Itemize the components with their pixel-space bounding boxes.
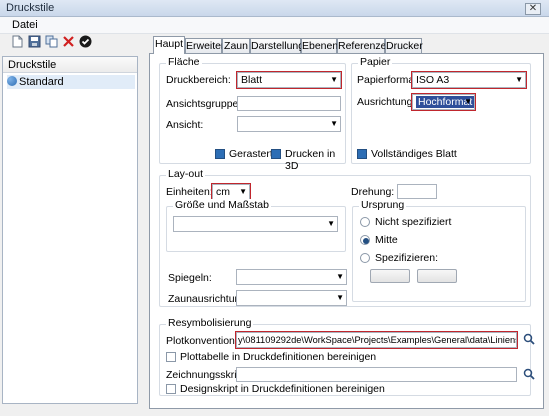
list-item-label: Standard (19, 76, 64, 88)
ursprung-y-field[interactable] (417, 269, 457, 283)
ansicht-select[interactable]: ▼ (237, 116, 341, 132)
close-button[interactable]: ✕ (525, 3, 541, 15)
chevron-down-icon: ▼ (464, 97, 472, 106)
plotkonventionen-input[interactable]: y\081109292de\WorkSpace\Projects\Example… (235, 331, 518, 349)
copy-icon[interactable] (44, 35, 59, 50)
tab-panel-haupt: Fläche Druckbereich: Blatt ▼ Ansichtsgru… (149, 53, 544, 409)
ansichtsgruppen-input[interactable] (237, 96, 341, 111)
delete-icon[interactable] (61, 35, 76, 50)
menu-datei[interactable]: Datei (12, 19, 38, 31)
papierformat-select[interactable]: ISO A3 ▼ (411, 71, 527, 89)
einheiten-label: Einheiten: (166, 186, 213, 198)
group-layout: Lay-out Einheiten: cm ▼ Drehung: Größe u… (159, 168, 531, 307)
tab-drucker[interactable]: Drucker (385, 38, 423, 53)
radio-nicht-spezifiziert[interactable] (360, 217, 370, 227)
drucken3d-checkbox[interactable] (271, 149, 281, 159)
druckstile-window: Druckstile ✕ Datei Druckstile Standard H… (0, 0, 549, 416)
toolbar (0, 34, 145, 52)
zeichnung-search-icon[interactable] (522, 368, 536, 382)
group-papier-title: Papier (358, 56, 393, 68)
druckbereich-label: Druckbereich: (166, 74, 231, 86)
new-icon[interactable] (10, 35, 25, 50)
design-bereinigen-label: Designskript in Druckdefinitionen berein… (180, 383, 385, 395)
radio-mitte-label: Mitte (375, 234, 398, 246)
ansichtsgruppen-label: Ansichtsgruppen: (166, 98, 248, 110)
group-flaeche: Fläche Druckbereich: Blatt ▼ Ansichtsgru… (159, 56, 346, 172)
spiegeln-label: Spiegeln: (168, 272, 212, 284)
spiegeln-select[interactable]: ▼ (236, 269, 347, 285)
tab-ebenen[interactable]: Ebenen (301, 38, 338, 53)
plot-bereinigen-checkbox[interactable] (166, 352, 176, 362)
tab-haupt[interactable]: Haupt (153, 36, 185, 54)
chevron-down-icon: ▼ (330, 75, 338, 84)
group-flaeche-title: Fläche (166, 56, 202, 68)
menu-bar: Datei (0, 17, 549, 34)
papierformat-label: Papierformat: (357, 74, 421, 86)
gerastert-label: Gerastert (229, 148, 273, 160)
chevron-down-icon: ▼ (336, 293, 344, 302)
druckbereich-value: Blatt (241, 74, 263, 86)
list-header: Druckstile (3, 57, 137, 73)
tab-darstellung[interactable]: Darstellung (250, 38, 304, 53)
chevron-down-icon: ▼ (330, 119, 338, 128)
chevron-down-icon: ▼ (336, 272, 344, 281)
group-ursprung-title: Ursprung (359, 199, 407, 211)
chevron-down-icon: ▼ (515, 75, 523, 84)
plot-search-icon[interactable] (522, 333, 536, 347)
vollstaendig-label: Vollständiges Blatt (371, 148, 457, 160)
tab-referenzen[interactable]: Referenzen (337, 38, 392, 53)
drehung-label: Drehung: (351, 186, 395, 198)
group-groesse: Größe und Maßstab ▼ (166, 199, 346, 252)
radio-spezifizieren-label: Spezifizieren: (375, 252, 439, 264)
druckbereich-select[interactable]: Blatt ▼ (236, 71, 342, 89)
vollstaendig-checkbox[interactable] (357, 149, 367, 159)
radio-mitte[interactable] (360, 235, 370, 245)
group-layout-title: Lay-out (166, 168, 206, 180)
gerastert-checkbox[interactable] (215, 149, 225, 159)
ausrichtung-select[interactable]: Hochformat ▼ (411, 93, 476, 111)
zaunausrichtung-select[interactable]: ▼ (236, 290, 347, 306)
chevron-down-icon: ▼ (239, 187, 247, 196)
chevron-down-icon: ▼ (327, 219, 335, 228)
drehung-input[interactable] (397, 184, 437, 199)
group-resymbolisierung-title: Resymbolisierung (166, 317, 254, 329)
plot-bereinigen-label: Plottabelle in Druckdefinitionen bereini… (180, 351, 377, 363)
group-papier: Papier Papierformat: ISO A3 ▼ Ausrichtun… (351, 56, 531, 164)
einheiten-select[interactable]: cm ▼ (211, 183, 251, 201)
zeichnungsskript-input[interactable] (236, 367, 517, 382)
ursprung-x-field[interactable] (370, 269, 410, 283)
style-list-panel: Druckstile Standard (2, 56, 138, 404)
drucken3d-label: Drucken in 3D (285, 148, 336, 172)
group-groesse-title: Größe und Maßstab (173, 199, 271, 211)
window-title: Druckstile (6, 2, 55, 14)
ansicht-label: Ansicht: (166, 119, 204, 131)
check-icon[interactable] (78, 35, 93, 50)
tab-erweitert[interactable]: Erweitert (185, 38, 227, 53)
ausrichtung-label: Ausrichtung: (357, 96, 416, 108)
einheiten-value: cm (216, 186, 230, 198)
tab-zaun[interactable]: Zaun (222, 38, 250, 53)
groesse-select[interactable]: ▼ (173, 216, 338, 232)
design-bereinigen-checkbox[interactable] (166, 384, 176, 394)
list-item-standard[interactable]: Standard (7, 75, 135, 89)
style-icon (7, 76, 17, 86)
radio-nicht-spezifiziert-label: Nicht spezifiziert (375, 216, 452, 228)
radio-spezifizieren[interactable] (360, 253, 370, 263)
save-icon[interactable] (27, 35, 42, 50)
title-bar: Druckstile ✕ (0, 0, 549, 17)
papierformat-value: ISO A3 (416, 74, 450, 86)
group-ursprung: Ursprung Nicht spezifiziert Mitte Spezif… (352, 199, 526, 302)
group-resymbolisierung: Resymbolisierung Plotkonventionen: y\081… (159, 317, 535, 396)
